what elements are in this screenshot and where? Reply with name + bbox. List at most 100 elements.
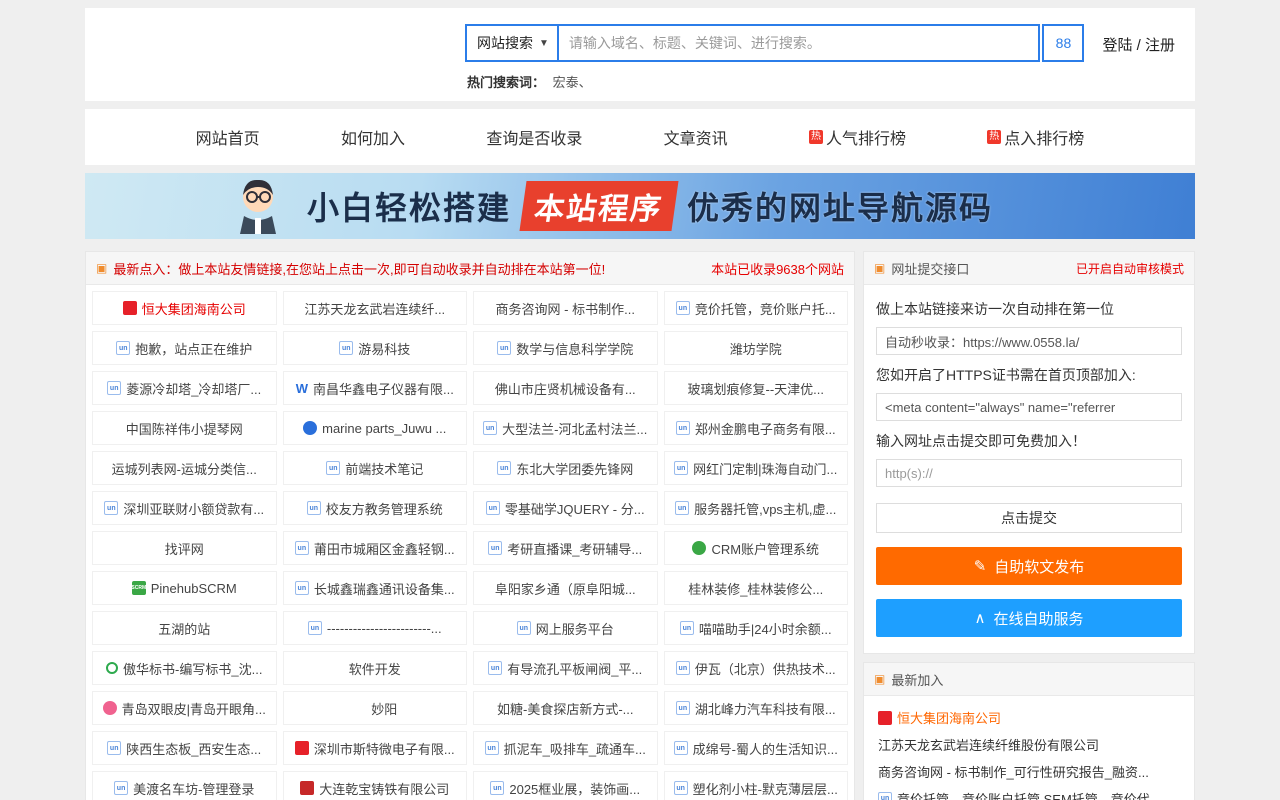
latest-joined-label: 竞价托管，竞价账户托管,SEM托管，竞价代... — [897, 789, 1161, 800]
login-link[interactable]: 登陆 — [1102, 37, 1132, 54]
site-link[interactable]: un湖北峰力汽车科技有限... — [664, 691, 849, 725]
soft-article-button[interactable]: ✎ 自助软文发布 — [876, 547, 1182, 585]
site-link[interactable]: 找评网 — [92, 531, 277, 565]
site-favicon: un — [676, 301, 690, 315]
site-favicon: un — [676, 421, 690, 435]
search-area: 网站搜索 ▼ 88 热门搜索词： 宏泰、 — [465, 24, 1084, 91]
site-link[interactable]: 佛山市庄贤机械设备有... — [473, 371, 658, 405]
site-link[interactable]: 桂林装修_桂林装修公... — [664, 571, 849, 605]
search-input[interactable] — [557, 24, 1041, 62]
soft-article-label: 自助软文发布 — [994, 556, 1084, 577]
site-favicon: un — [486, 501, 500, 515]
site-link[interactable]: un2025框业展，装饰画... — [473, 771, 658, 800]
site-link-label: 运城列表网-运城分类信... — [112, 459, 257, 478]
submit-url-button[interactable]: 点击提交 — [876, 503, 1182, 533]
site-link[interactable]: 傲华标书-编写标书_沈... — [92, 651, 277, 685]
site-link[interactable]: un莆田市城厢区金鑫轻钢... — [283, 531, 468, 565]
site-link[interactable]: un服务器托管,vps主机,虚... — [664, 491, 849, 525]
site-link[interactable]: un深圳亚联财小额贷款有... — [92, 491, 277, 525]
site-link-label: 服务器托管,vps主机,虚... — [694, 499, 836, 518]
site-link[interactable]: un郑州金鹏电子商务有限... — [664, 411, 849, 445]
nav-item[interactable]: 文章资讯 — [664, 125, 728, 149]
site-link[interactable]: un塑化剂小柱-默克薄层层... — [664, 771, 849, 800]
latest-joined-item[interactable]: 恒大集团海南公司 — [864, 704, 1194, 731]
search-type-select[interactable]: 网站搜索 ▼ — [465, 24, 557, 62]
site-link[interactable]: un伊瓦（北京）供热技术... — [664, 651, 849, 685]
site-link[interactable]: un喵喵助手|24小时余额... — [664, 611, 849, 645]
site-count: 本站已收录9638个网站 — [711, 259, 844, 278]
site-link[interactable]: un菱源冷却塔_冷却塔厂... — [92, 371, 277, 405]
auto-review-mode: 已开启自动审核模式 — [1076, 260, 1184, 277]
site-link[interactable]: un校友方教务管理系统 — [283, 491, 468, 525]
promo-banner[interactable]: 小白轻松搭建 本站程序 优秀的网址导航源码 — [85, 173, 1195, 239]
site-link[interactable]: marine parts_Juwu ... — [283, 411, 468, 445]
site-favicon: un — [497, 341, 511, 355]
site-link[interactable]: 软件开发 — [283, 651, 468, 685]
site-favicon: un — [483, 421, 497, 435]
nav-item[interactable]: 热点入排行榜 — [987, 125, 1084, 149]
meta-tag-field[interactable] — [876, 393, 1182, 421]
site-link[interactable]: un长城鑫瑞鑫通讯设备集... — [283, 571, 468, 605]
site-favicon — [878, 711, 892, 725]
site-link-label: 游易科技 — [358, 339, 410, 358]
site-link[interactable]: 潍坊学院 — [664, 331, 849, 365]
site-link[interactable]: 中国陈祥伟小提琴网 — [92, 411, 277, 445]
site-link[interactable]: un东北大学团委先锋网 — [473, 451, 658, 485]
register-link[interactable]: 注册 — [1145, 37, 1175, 54]
site-link[interactable]: un抓泥车_吸排车_疏通车... — [473, 731, 658, 765]
site-link[interactable]: un数学与信息科学学院 — [473, 331, 658, 365]
site-link[interactable]: 玻璃划痕修复--天津优... — [664, 371, 849, 405]
latest-joined-item[interactable]: un竞价托管，竞价账户托管,SEM托管，竞价代... — [864, 785, 1194, 800]
nav-item[interactable]: 网站首页 — [196, 125, 260, 149]
site-link[interactable]: un美渡名车坊-管理登录 — [92, 771, 277, 800]
site-link[interactable]: un------------------------... — [283, 611, 468, 645]
site-link[interactable]: 五湖的站 — [92, 611, 277, 645]
site-link[interactable]: un网红门定制|珠海自动门... — [664, 451, 849, 485]
site-link[interactable]: un陕西生态板_西安生态... — [92, 731, 277, 765]
site-link[interactable]: un有导流孔平板闸阀_平... — [473, 651, 658, 685]
site-link[interactable]: 妙阳 — [283, 691, 468, 725]
site-link[interactable]: 运城列表网-运城分类信... — [92, 451, 277, 485]
site-favicon: SCRM — [132, 581, 146, 595]
nav-item-label: 网站首页 — [196, 125, 260, 149]
site-link[interactable]: W南昌华鑫电子仪器有限... — [283, 371, 468, 405]
site-link[interactable]: 大连乾宝铸铁有限公司 — [283, 771, 468, 800]
site-link[interactable]: 阜阳家乡通（原阜阳城... — [473, 571, 658, 605]
site-link[interactable]: 江苏天龙玄武岩连续纤... — [283, 291, 468, 325]
site-link-label: 佛山市庄贤机械设备有... — [495, 379, 636, 398]
latest-joined-item[interactable]: 江苏天龙玄武岩连续纤维股份有限公司 — [864, 731, 1194, 758]
nav-item[interactable]: 热人气排行榜 — [809, 125, 906, 149]
submit-line-1: 做上本站链接来访一次自动排在第一位 — [876, 299, 1182, 319]
site-link[interactable]: 恒大集团海南公司 — [92, 291, 277, 325]
site-favicon — [103, 701, 117, 715]
site-link[interactable]: un成绵号-蜀人的生活知识... — [664, 731, 849, 765]
site-link[interactable]: 深圳市斯特微电子有限... — [283, 731, 468, 765]
auto-include-field[interactable] — [876, 327, 1182, 355]
site-link[interactable]: un抱歉，站点正在维护 — [92, 331, 277, 365]
sidebar: ▣ 网址提交接口 已开启自动审核模式 做上本站链接来访一次自动排在第一位 您如开… — [863, 251, 1195, 800]
nav-item[interactable]: 如何加入 — [341, 125, 405, 149]
site-link[interactable]: SCRMPinehubSCRM — [92, 571, 277, 605]
site-favicon: un — [497, 461, 511, 475]
site-link[interactable]: 如糖-美食探店新方式-... — [473, 691, 658, 725]
latest-joined-item[interactable]: 商务咨询网 - 标书制作_可行性研究报告_融资... — [864, 758, 1194, 785]
site-link[interactable]: CRM账户管理系统 — [664, 531, 849, 565]
site-link[interactable]: un零基础学JQUERY - 分... — [473, 491, 658, 525]
site-link[interactable]: 青岛双眼皮|青岛开眼角... — [92, 691, 277, 725]
site-link[interactable]: un前端技术笔记 — [283, 451, 468, 485]
hot-word-link[interactable]: 宏泰、 — [553, 75, 592, 90]
site-link[interactable]: un游易科技 — [283, 331, 468, 365]
site-link-label: 美渡名车坊-管理登录 — [133, 779, 254, 798]
site-link[interactable]: un大型法兰-河北孟村法兰... — [473, 411, 658, 445]
site-link[interactable]: un竞价托管，竞价账户托... — [664, 291, 849, 325]
self-service-button[interactable]: ∧ 在线自助服务 — [876, 599, 1182, 637]
site-link[interactable]: un考研直播课_考研辅导... — [473, 531, 658, 565]
site-link-label: marine parts_Juwu ... — [322, 421, 446, 436]
nav-item[interactable]: 查询是否收录 — [486, 125, 582, 149]
site-favicon: un — [490, 781, 504, 795]
site-link-label: 菱源冷却塔_冷却塔厂... — [126, 379, 261, 398]
search-button[interactable]: 88 — [1042, 24, 1084, 62]
site-link[interactable]: un网上服务平台 — [473, 611, 658, 645]
site-link[interactable]: 商务咨询网 - 标书制作... — [473, 291, 658, 325]
url-input[interactable] — [876, 459, 1182, 487]
